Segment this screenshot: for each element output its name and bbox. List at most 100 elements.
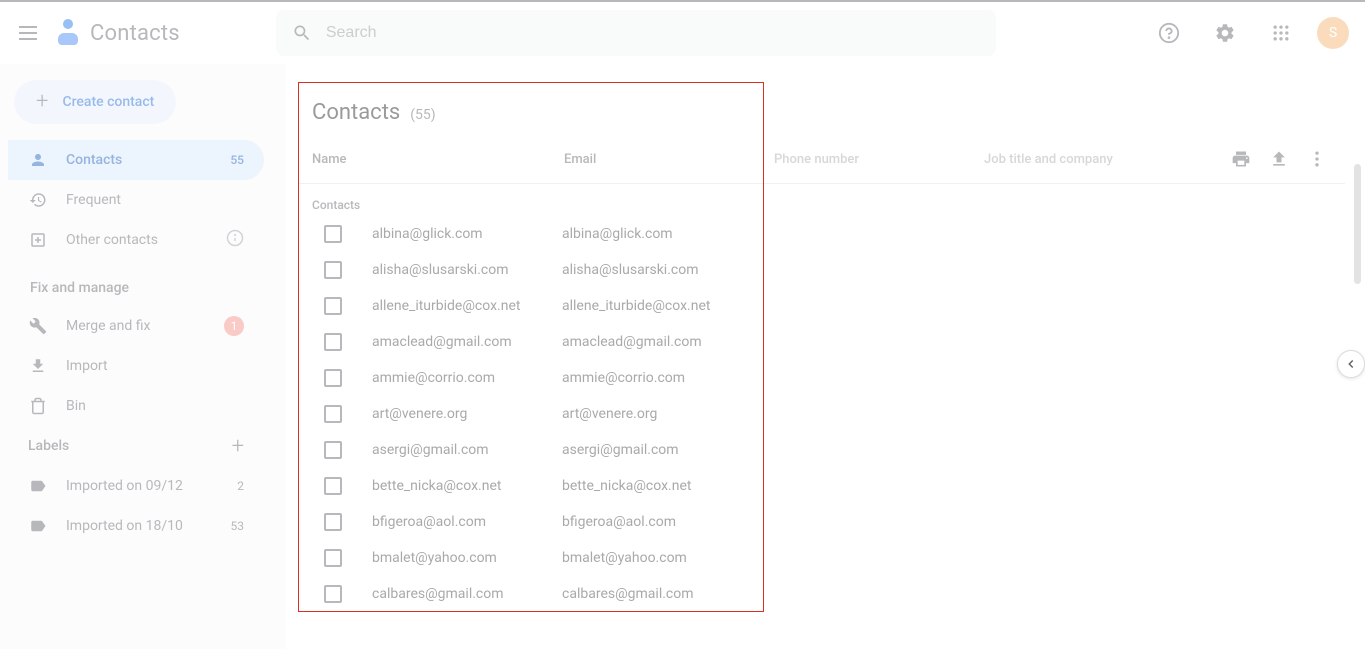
table-row[interactable]: alisha@slusarski.com alisha@slusarski.co… — [298, 252, 1345, 288]
row-checkbox[interactable] — [324, 405, 342, 423]
column-email[interactable]: Email — [564, 152, 774, 167]
fix-manage-section-title: Fix and manage — [8, 260, 280, 306]
row-name: bette_nicka@cox.net — [372, 478, 562, 494]
help-icon[interactable] — [1149, 13, 1189, 53]
row-email: art@venere.org — [562, 406, 1345, 422]
sidebar-item-bin[interactable]: Bin — [8, 386, 264, 426]
sidebar-item-label: Import — [66, 358, 108, 374]
row-checkbox[interactable] — [324, 477, 342, 495]
row-name: alisha@slusarski.com — [372, 262, 562, 278]
table-row[interactable]: bfigeroa@aol.com bfigeroa@aol.com — [298, 504, 1345, 540]
column-name[interactable]: Name — [312, 152, 564, 167]
side-panel-collapse-icon[interactable] — [1337, 350, 1365, 378]
sidebar-item-label: Imported on 09/12 — [66, 478, 183, 494]
app-logo[interactable]: Contacts — [54, 19, 180, 47]
row-email: asergi@gmail.com — [562, 442, 1345, 458]
table-row[interactable]: allene_iturbide@cox.net allene_iturbide@… — [298, 288, 1345, 324]
more-icon[interactable] — [1307, 149, 1327, 169]
tools-icon — [28, 317, 48, 335]
row-checkbox[interactable] — [324, 585, 342, 603]
row-email: allene_iturbide@cox.net — [562, 298, 1345, 314]
page-header: Contacts (55) — [298, 82, 1345, 141]
column-job[interactable]: Job title and company — [984, 152, 1231, 167]
merge-fix-badge: 1 — [224, 316, 244, 336]
row-email: bfigeroa@aol.com — [562, 514, 1345, 530]
sidebar-item-other-contacts[interactable]: Other contacts — [8, 220, 264, 260]
create-contact-label: Create contact — [62, 94, 154, 110]
sidebar-label-1[interactable]: Imported on 09/12 2 — [8, 466, 264, 506]
hamburger-menu-icon[interactable] — [16, 21, 40, 45]
row-name: calbares@gmail.com — [372, 586, 562, 602]
label-count: 2 — [237, 479, 244, 493]
row-name: amaclead@gmail.com — [372, 334, 562, 350]
column-phone[interactable]: Phone number — [774, 152, 984, 167]
info-icon[interactable] — [226, 229, 244, 251]
table-row[interactable]: bette_nicka@cox.net bette_nicka@cox.net — [298, 468, 1345, 504]
sidebar-item-frequent[interactable]: Frequent — [8, 180, 264, 220]
row-checkbox[interactable] — [324, 261, 342, 279]
top-bar: Contacts S — [0, 0, 1365, 64]
sidebar-item-import[interactable]: Import — [8, 346, 264, 386]
table-column-headers: Name Email Phone number Job title and co… — [298, 141, 1345, 184]
row-checkbox[interactable] — [324, 441, 342, 459]
row-name: art@venere.org — [372, 406, 562, 422]
row-name: asergi@gmail.com — [372, 442, 562, 458]
labels-section-header: Labels + — [8, 426, 264, 466]
table-row[interactable]: amaclead@gmail.com amaclead@gmail.com — [298, 324, 1345, 360]
search-icon — [292, 23, 312, 43]
apps-grid-icon[interactable] — [1261, 13, 1301, 53]
topbar-right-icons: S — [1149, 13, 1349, 53]
sidebar-item-label: Imported on 18/10 — [66, 518, 183, 534]
row-checkbox[interactable] — [324, 369, 342, 387]
page-title: Contacts — [312, 100, 400, 125]
contacts-logo-icon — [54, 19, 82, 47]
row-email: amaclead@gmail.com — [562, 334, 1345, 350]
account-avatar[interactable]: S — [1317, 17, 1349, 49]
row-email: albina@glick.com — [562, 226, 1345, 242]
print-icon[interactable] — [1231, 149, 1251, 169]
row-name: bmalet@yahoo.com — [372, 550, 562, 566]
sidebar-item-contacts[interactable]: Contacts 55 — [8, 140, 264, 180]
row-checkbox[interactable] — [324, 297, 342, 315]
table-row[interactable]: asergi@gmail.com asergi@gmail.com — [298, 432, 1345, 468]
main-content: Contacts (55) Name Email Phone number Jo… — [286, 64, 1365, 649]
label-icon — [28, 477, 48, 495]
contacts-section-label: Contacts — [298, 184, 1345, 216]
person-icon — [28, 151, 48, 169]
search-bar[interactable] — [276, 10, 996, 56]
row-checkbox[interactable] — [324, 549, 342, 567]
label-icon — [28, 517, 48, 535]
search-input[interactable] — [326, 24, 980, 42]
settings-icon[interactable] — [1205, 13, 1245, 53]
archive-icon — [28, 231, 48, 249]
sidebar-label-2[interactable]: Imported on 18/10 53 — [8, 506, 264, 546]
create-contact-button[interactable]: + Create contact — [14, 80, 176, 124]
row-checkbox[interactable] — [324, 513, 342, 531]
scrollbar-thumb[interactable] — [1354, 164, 1361, 284]
table-row[interactable]: bmalet@yahoo.com bmalet@yahoo.com — [298, 540, 1345, 576]
row-email: bette_nicka@cox.net — [562, 478, 1345, 494]
table-row[interactable]: ammie@corrio.com ammie@corrio.com — [298, 360, 1345, 396]
row-name: bfigeroa@aol.com — [372, 514, 562, 530]
export-icon[interactable] — [1269, 149, 1289, 169]
row-name: allene_iturbide@cox.net — [372, 298, 562, 314]
history-icon — [28, 191, 48, 209]
contacts-list: albina@glick.com albina@glick.com alisha… — [298, 216, 1345, 612]
row-name: albina@glick.com — [372, 226, 562, 242]
sidebar-item-label: Other contacts — [66, 232, 158, 248]
trash-icon — [28, 397, 48, 415]
table-row[interactable]: art@venere.org art@venere.org — [298, 396, 1345, 432]
labels-title: Labels — [28, 438, 69, 454]
sidebar-item-merge-fix[interactable]: Merge and fix 1 — [8, 306, 264, 346]
sidebar-item-label: Contacts — [66, 152, 122, 168]
sidebar-item-label: Frequent — [66, 192, 121, 208]
download-icon — [28, 357, 48, 375]
row-checkbox[interactable] — [324, 333, 342, 351]
row-checkbox[interactable] — [324, 225, 342, 243]
add-label-icon[interactable]: + — [232, 434, 244, 459]
table-row[interactable]: albina@glick.com albina@glick.com — [298, 216, 1345, 252]
label-count: 53 — [231, 519, 245, 533]
page-title-count: (55) — [410, 107, 435, 123]
contacts-count: 55 — [230, 153, 244, 167]
table-row[interactable]: calbares@gmail.com calbares@gmail.com — [298, 576, 1345, 612]
